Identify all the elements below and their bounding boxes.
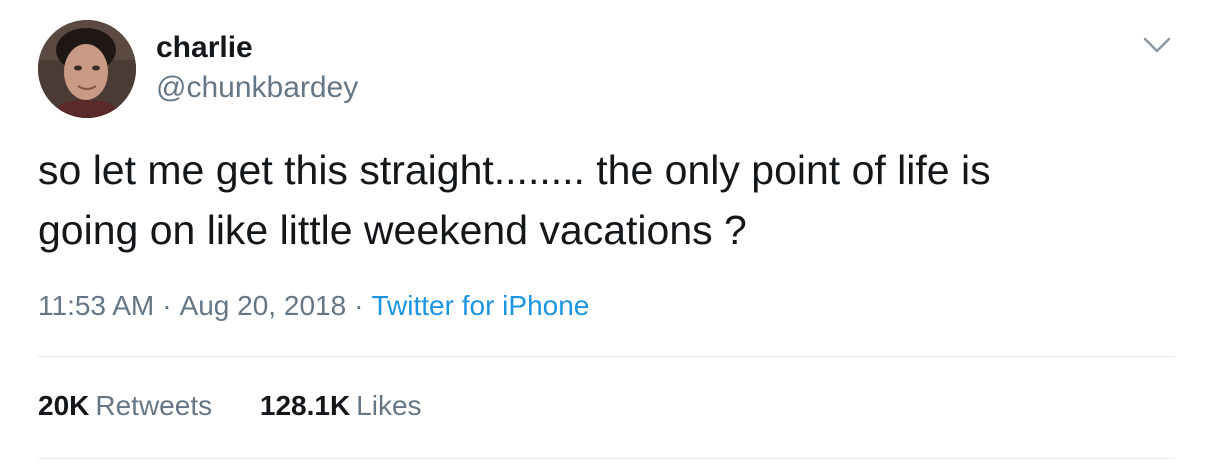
tweet-text: so let me get this straight........ the … [38, 140, 1168, 260]
meta-separator: · [162, 290, 172, 321]
divider [38, 356, 1174, 357]
user-handle[interactable]: @chunkbardey [156, 70, 358, 106]
divider [38, 458, 1174, 459]
display-name[interactable]: charlie [156, 30, 253, 66]
retweets-count: 20K [38, 390, 90, 421]
tweet-stats: 20K Retweets 128.1K Likes [38, 388, 462, 424]
tweet-source-link[interactable]: Twitter for iPhone [371, 290, 589, 321]
chevron-down-icon[interactable] [1140, 30, 1174, 60]
likes-stat[interactable]: 128.1K Likes [260, 388, 422, 424]
avatar-image [38, 20, 136, 118]
tweet-time[interactable]: 11:53 AM [38, 290, 154, 321]
avatar[interactable] [38, 20, 136, 118]
tweet-metadata: 11:53 AM · Aug 20, 2018 · Twitter for iPhone [38, 288, 589, 324]
likes-count: 128.1K [259, 390, 351, 421]
tweet-text-line-2: going on like little weekend vacations ? [38, 207, 747, 253]
tweet-text-line-1: so let me get this straight........ the … [38, 147, 991, 193]
tweet-card: charlie @chunkbardey so let me get this … [0, 0, 1208, 464]
retweets-label: Retweets [95, 390, 213, 421]
meta-separator: · [354, 290, 364, 321]
retweets-stat[interactable]: 20K Retweets [38, 388, 212, 424]
likes-label: Likes [356, 390, 422, 421]
tweet-date[interactable]: Aug 20, 2018 [180, 290, 347, 321]
